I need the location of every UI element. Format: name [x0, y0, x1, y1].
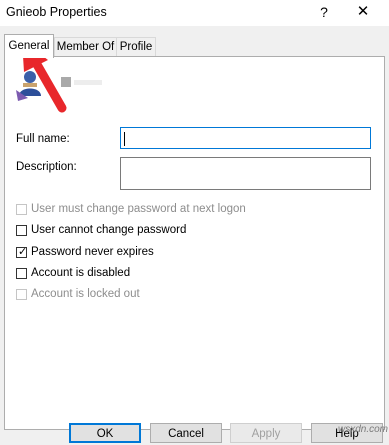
checkbox-label: Account is disabled [31, 267, 131, 279]
user-account-icon [16, 71, 41, 101]
general-tab-panel [4, 56, 385, 430]
watermark: wsxdn.com [338, 424, 389, 435]
window-title: Gnieob Properties [6, 5, 107, 19]
checkmark-icon: ✓ [18, 246, 28, 258]
help-icon[interactable]: ? [314, 2, 334, 22]
close-icon[interactable]: ✕ [353, 2, 373, 22]
checkbox-label: Password never expires [31, 246, 154, 258]
checkbox-label: User cannot change password [31, 224, 187, 236]
text-caret [124, 132, 125, 146]
description-input[interactable] [120, 157, 371, 190]
checkbox-label: Account is locked out [31, 288, 140, 300]
cancel-button[interactable]: Cancel [150, 423, 222, 443]
full-name-label: Full name: [16, 133, 70, 145]
checkbox-box[interactable] [16, 225, 27, 236]
checkbox-box[interactable] [16, 204, 27, 215]
tab-profile[interactable]: Profile [116, 37, 156, 57]
username-placeholder [61, 77, 71, 87]
tab-member-of[interactable]: Member Of [54, 37, 117, 57]
checkbox-label: User must change password at next logon [31, 203, 246, 215]
username-blur [74, 80, 102, 85]
full-name-input[interactable] [120, 127, 371, 149]
description-label: Description: [16, 161, 77, 173]
tab-general[interactable]: General [4, 34, 54, 58]
title-bar: Gnieob Properties ? ✕ [0, 0, 389, 26]
checkbox-box[interactable] [16, 268, 27, 279]
ok-button[interactable]: OK [69, 423, 141, 443]
checkbox-box[interactable] [16, 289, 27, 300]
apply-button[interactable]: Apply [230, 423, 302, 443]
checkbox-box[interactable]: ✓ [16, 246, 28, 258]
